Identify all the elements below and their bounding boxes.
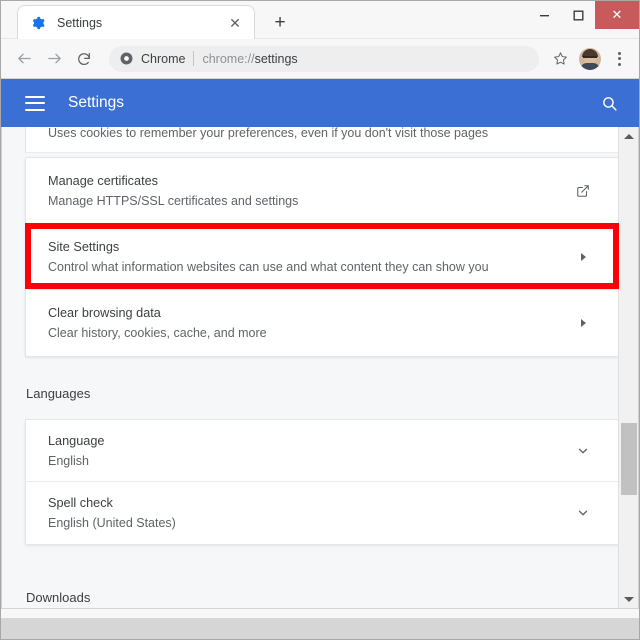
- caret-right-icon[interactable]: [570, 319, 596, 327]
- security-chip-label: Chrome: [141, 51, 186, 66]
- settings-content: Uses cookies to remember your preference…: [1, 127, 639, 608]
- row-clear-browsing-data[interactable]: Clear browsing data Clear history, cooki…: [26, 290, 618, 356]
- row-language[interactable]: Language English: [26, 420, 618, 482]
- forward-arrow-icon[interactable]: [39, 44, 69, 74]
- caret-right-icon[interactable]: [570, 252, 596, 261]
- close-button[interactable]: ✕: [595, 1, 639, 29]
- row-title: Spell check: [48, 496, 113, 510]
- omnibox-divider: [193, 51, 195, 66]
- row-subtitle: English: [48, 453, 89, 468]
- status-bar: [1, 608, 639, 618]
- row-title: Language: [48, 433, 105, 448]
- row-subtitle: Clear history, cookies, cache, and more: [48, 326, 267, 340]
- row-site-settings[interactable]: Site Settings Control what information w…: [26, 224, 618, 290]
- maximize-button[interactable]: [561, 1, 595, 29]
- address-bar[interactable]: Chrome chrome://settings: [109, 45, 539, 72]
- row-title: Manage certificates: [48, 173, 159, 188]
- section-label-downloads: Downloads: [26, 590, 91, 605]
- hamburger-icon[interactable]: [25, 95, 45, 111]
- row-text: Manage certificates Manage HTTPS/SSL cer…: [48, 172, 570, 210]
- back-arrow-icon[interactable]: [9, 44, 39, 74]
- tab-settings[interactable]: Settings ✕: [17, 5, 255, 39]
- chevron-down-icon[interactable]: [570, 506, 596, 520]
- row-text: Site Settings Control what information w…: [48, 238, 570, 276]
- languages-card: Language English Spell check English (Un…: [25, 419, 619, 545]
- new-tab-button[interactable]: +: [267, 9, 293, 35]
- row-title: Site Settings: [48, 239, 120, 254]
- browser-toolbar: Chrome chrome://settings: [1, 39, 639, 79]
- row-manage-certificates[interactable]: Manage certificates Manage HTTPS/SSL cer…: [26, 158, 618, 224]
- tab-title: Settings: [57, 15, 103, 30]
- chrome-logo-icon: [119, 52, 133, 66]
- row-title: Clear browsing data: [48, 306, 161, 320]
- dot: [617, 62, 621, 66]
- section-label-languages: Languages: [26, 386, 91, 401]
- row-spell-check[interactable]: Spell check English (United States): [26, 482, 618, 544]
- external-link-icon[interactable]: [570, 184, 596, 198]
- triangle-up-glyph: [624, 133, 634, 139]
- scroll-down-icon[interactable]: [619, 590, 638, 608]
- url-path: settings: [254, 51, 298, 66]
- scroll-up-icon[interactable]: [619, 127, 638, 145]
- scrollbar-thumb[interactable]: [621, 423, 637, 495]
- gear-icon: [30, 15, 46, 31]
- reload-icon[interactable]: [69, 44, 99, 74]
- avatar-glasses: [583, 55, 597, 59]
- privacy-card: Manage certificates Manage HTTPS/SSL cer…: [25, 157, 619, 357]
- title-bar: Settings ✕ + ✕: [1, 1, 639, 39]
- browser-window: Settings ✕ + ✕ Chrome chrome://settings …: [0, 0, 640, 640]
- row-text: Clear browsing data Clear history, cooki…: [48, 304, 570, 342]
- bar: [25, 102, 45, 104]
- triangle-down-glyph: [624, 596, 634, 602]
- url-scheme: chrome://: [202, 51, 255, 66]
- row-subtitle: Manage HTTPS/SSL certificates and settin…: [48, 193, 299, 208]
- omnibox-url: chrome://settings: [202, 52, 297, 66]
- caret-right-glyph: [580, 319, 586, 327]
- row-subtitle: English (United States): [48, 516, 176, 530]
- chevron-down-icon[interactable]: [570, 444, 596, 458]
- page-title: Settings: [68, 94, 125, 111]
- scroll-area: Uses cookies to remember your preference…: [2, 127, 619, 608]
- row-text: Language English: [48, 432, 570, 470]
- caret-right-glyph: [580, 252, 586, 261]
- search-icon[interactable]: [597, 91, 621, 115]
- row-subtitle: Uses cookies to remember your preference…: [48, 127, 489, 140]
- settings-header: Settings: [1, 79, 639, 127]
- avatar[interactable]: [579, 47, 601, 70]
- dot: [617, 51, 621, 55]
- window-controls: ✕: [527, 1, 639, 29]
- star-icon[interactable]: [547, 46, 573, 72]
- bar: [25, 95, 45, 98]
- vertical-scrollbar[interactable]: [618, 127, 638, 608]
- row-subtitle: Control what information websites can us…: [48, 259, 489, 274]
- three-dot-menu-icon[interactable]: [607, 46, 631, 72]
- row-text: Spell check English (United States): [48, 494, 570, 532]
- dot: [617, 57, 621, 60]
- close-icon[interactable]: ✕: [226, 14, 244, 32]
- partial-row-cookies[interactable]: Uses cookies to remember your preference…: [25, 127, 619, 153]
- minimize-button[interactable]: [527, 1, 561, 29]
- avatar-body: [580, 62, 600, 70]
- bar: [25, 108, 45, 111]
